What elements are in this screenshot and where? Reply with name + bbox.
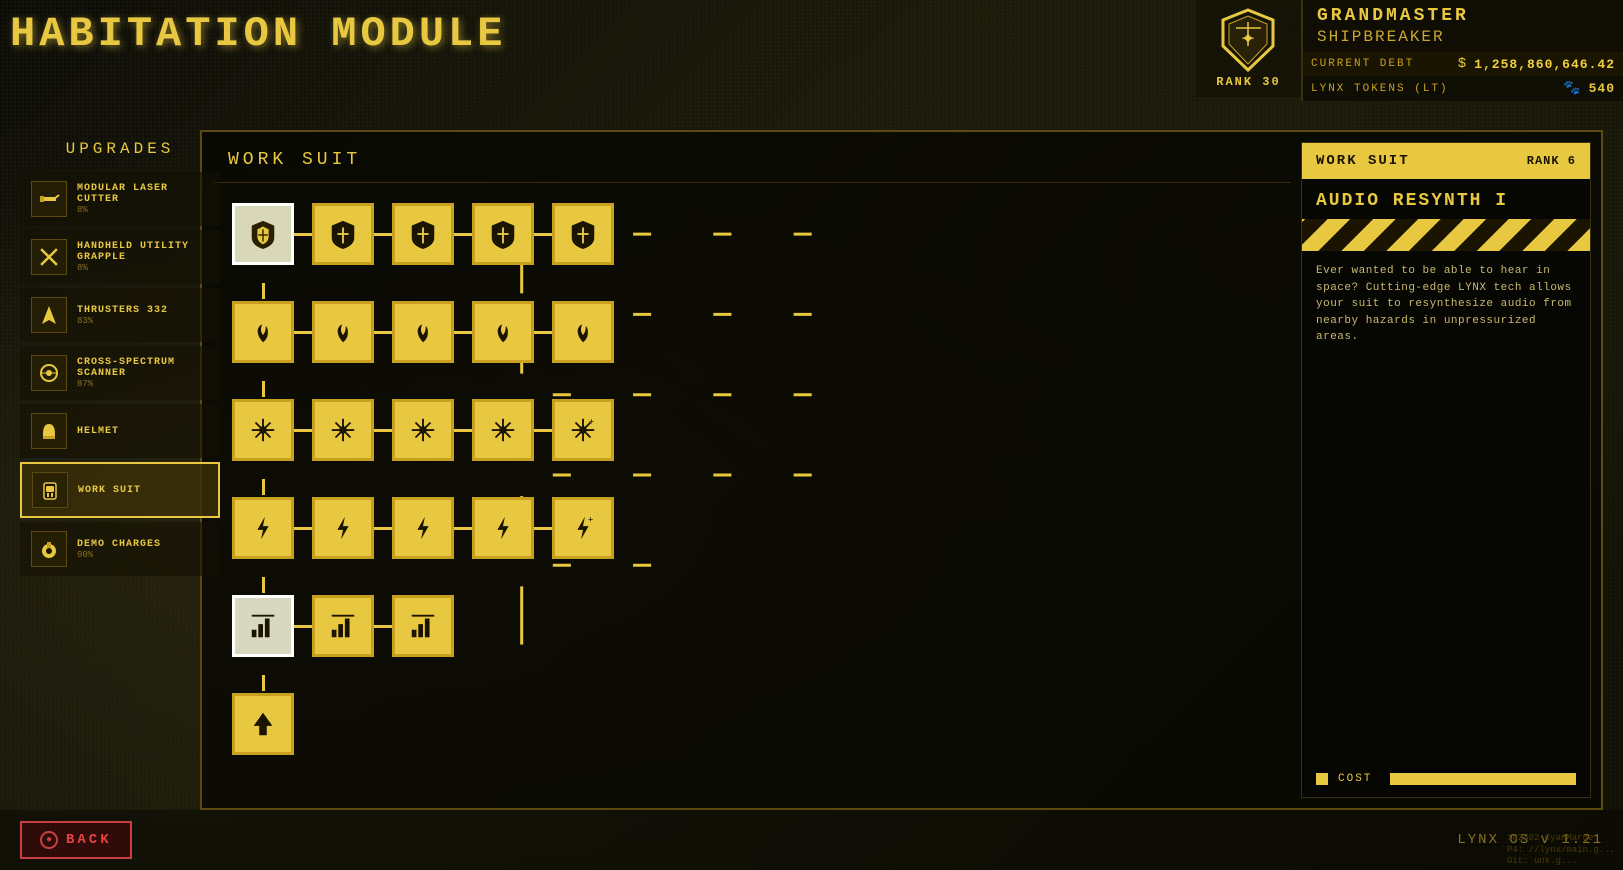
debt-label: CURRENT DEBT — [1311, 58, 1450, 70]
sidebar-icon-laser — [31, 181, 67, 217]
shield-icon: ✦ — [1221, 8, 1276, 73]
hud-info: GRANDMASTER SHIPBREAKER CURRENT DEBT $ 1… — [1301, 0, 1623, 101]
main-panel: WORK SUIT — [200, 130, 1603, 810]
sidebar-icon-helmet — [31, 413, 67, 449]
sidebar-name-laser: MODULAR LASER CUTTER — [77, 183, 209, 205]
sidebar-pct-demo: 90% — [77, 550, 161, 560]
sidebar-text-laser: MODULAR LASER CUTTER 8% — [77, 183, 209, 215]
sidebar-name-thrusters: THRUSTERS 332 — [77, 305, 168, 316]
back-btn-text: BACK — [66, 832, 112, 848]
sidebar-icon-worksuit — [32, 472, 68, 508]
tokens-row: LYNX TOKENS (LT) 🐾 540 — [1303, 76, 1623, 101]
rank-text: RANK 30 — [1216, 75, 1280, 89]
sidebar-pct-thrusters: 83% — [77, 316, 168, 326]
node-row1-col3[interactable] — [392, 203, 454, 265]
sidebar-title: UPGRADES — [20, 130, 220, 172]
node-row4-col2[interactable] — [312, 497, 374, 559]
node-row2-col4[interactable] — [472, 301, 534, 363]
sidebar-pct-laser: 8% — [77, 205, 209, 215]
node-row4-col3[interactable] — [392, 497, 454, 559]
sidebar-text-worksuit: WORK SUIT — [78, 485, 141, 496]
sidebar-text-helmet: HELMET — [77, 426, 119, 437]
node-row2-col2[interactable] — [312, 301, 374, 363]
cost-indicator — [1316, 773, 1328, 785]
sidebar-icon-grapple — [31, 239, 67, 275]
sidebar-text-thrusters: THRUSTERS 332 83% — [77, 305, 168, 326]
hud-top-right: ✦ RANK 30 GRANDMASTER SHIPBREAKER CURREN… — [1196, 0, 1623, 101]
sidebar-item-modular-laser-cutter[interactable]: MODULAR LASER CUTTER 8% — [20, 172, 220, 226]
back-btn-icon: ● — [40, 831, 58, 849]
node-row2-col3[interactable] — [392, 301, 454, 363]
back-button[interactable]: ● BACK — [20, 821, 132, 859]
node-row3-col1[interactable] — [232, 399, 294, 461]
sidebar-icon-thrusters — [31, 297, 67, 333]
rank-badge: ✦ RANK 30 — [1196, 0, 1301, 97]
sidebar-text-grapple: HANDHELD UTILITY GRAPPLE 8% — [77, 241, 209, 273]
node-row3-col5[interactable]: + — [552, 399, 614, 461]
upgrade-section: WORK SUIT — [212, 142, 1291, 798]
page-title: HABITATION MODULE — [10, 10, 506, 58]
info-panel-title: WORK SUIT — [1316, 153, 1410, 169]
node-row1-col5[interactable] — [552, 203, 614, 265]
sidebar-pct-grapple: 8% — [77, 263, 209, 273]
sidebar-pct-scanner: 87% — [77, 379, 209, 389]
paw-icon: 🐾 — [1563, 80, 1580, 97]
tokens-label: LYNX TOKENS (LT) — [1311, 83, 1555, 95]
currency-icon: $ — [1458, 56, 1466, 72]
sidebar-name-demo: DEMO CHARGES — [77, 539, 161, 550]
sidebar: UPGRADES MODULAR LASER CUTTER 8% HANDHEL… — [20, 130, 220, 810]
node-row3-col3[interactable] — [392, 399, 454, 461]
sidebar-icon-scanner — [31, 355, 67, 391]
sidebar-item-scanner[interactable]: CROSS-SPECTRUM SCANNER 87% — [20, 346, 220, 400]
sidebar-name-worksuit: WORK SUIT — [78, 485, 141, 496]
node-row2-col1[interactable] — [232, 301, 294, 363]
sidebar-item-work-suit[interactable]: WORK SUIT — [20, 462, 220, 518]
node-row6-col1[interactable] — [232, 693, 294, 755]
node-row4-col1[interactable] — [232, 497, 294, 559]
player-title: GRANDMASTER — [1303, 0, 1623, 28]
info-cost-row: COST — [1302, 761, 1590, 797]
debt-row: CURRENT DEBT $ 1,258,860,646.42 — [1303, 52, 1623, 76]
sidebar-icon-demo — [31, 531, 67, 567]
svg-text:+: + — [589, 320, 595, 331]
cost-label: COST — [1338, 773, 1372, 785]
player-subtitle: SHIPBREAKER — [1303, 28, 1623, 52]
sidebar-name-helmet: HELMET — [77, 426, 119, 437]
node-row5-col3[interactable] — [392, 595, 454, 657]
sidebar-text-demo: DEMO CHARGES 90% — [77, 539, 161, 560]
info-description: Ever wanted to be able to hear in space?… — [1302, 263, 1590, 358]
sidebar-item-helmet[interactable]: HELMET — [20, 404, 220, 458]
node-row1-col4[interactable] — [472, 203, 534, 265]
cost-bar — [1390, 773, 1576, 785]
sidebar-item-demo-charges[interactable]: DEMO CHARGES 90% — [20, 522, 220, 576]
sidebar-name-grapple: HANDHELD UTILITY GRAPPLE — [77, 241, 209, 263]
git-info: 182502-CyanMargeP4: //lynx/main.g...Git:… — [1507, 833, 1615, 868]
node-row5-col2[interactable] — [312, 595, 374, 657]
node-row4-col4[interactable] — [472, 497, 534, 559]
info-panel: WORK SUIT RANK 6 AUDIO RESYNTH I Ever wa… — [1301, 142, 1591, 798]
sidebar-item-thrusters[interactable]: THRUSTERS 332 83% — [20, 288, 220, 342]
sidebar-text-scanner: CROSS-SPECTRUM SCANNER 87% — [77, 357, 209, 389]
node-row1-col1[interactable] — [232, 203, 294, 265]
node-row2-col5[interactable]: + — [552, 301, 614, 363]
node-row3-col4[interactable] — [472, 399, 534, 461]
bottom-bar: ● BACK LYNX OS v 1.21 — [0, 810, 1623, 870]
node-row5-col1[interactable] — [232, 595, 294, 657]
node-row1-col2[interactable] — [312, 203, 374, 265]
svg-text:+: + — [589, 416, 595, 427]
node-row4-col5[interactable]: + — [552, 497, 614, 559]
sidebar-item-grapple[interactable]: HANDHELD UTILITY GRAPPLE 8% — [20, 230, 220, 284]
content-area: WORK SUIT — [202, 132, 1601, 808]
info-header: WORK SUIT RANK 6 — [1302, 143, 1590, 179]
info-panel-rank: RANK 6 — [1527, 154, 1576, 168]
info-upgrade-name: AUDIO RESYNTH I — [1302, 179, 1590, 219]
section-title: WORK SUIT — [212, 142, 1291, 183]
node-row3-col2[interactable] — [312, 399, 374, 461]
sidebar-name-scanner: CROSS-SPECTRUM SCANNER — [77, 357, 209, 379]
svg-text:+: + — [588, 514, 594, 525]
info-hazard-bar — [1302, 219, 1590, 251]
debt-value: 1,258,860,646.42 — [1474, 57, 1615, 72]
tokens-value: 540 — [1589, 81, 1615, 96]
